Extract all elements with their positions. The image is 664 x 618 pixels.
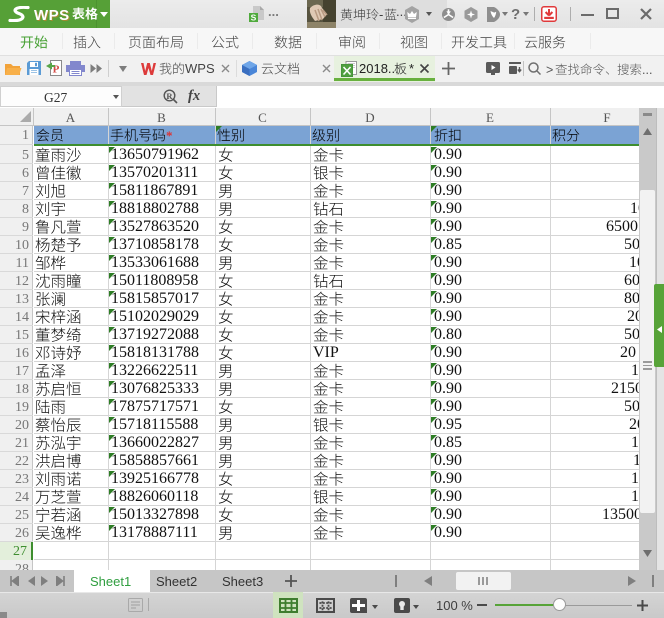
svg-text:S: S [251,13,257,23]
svg-text:R: R [166,91,173,101]
